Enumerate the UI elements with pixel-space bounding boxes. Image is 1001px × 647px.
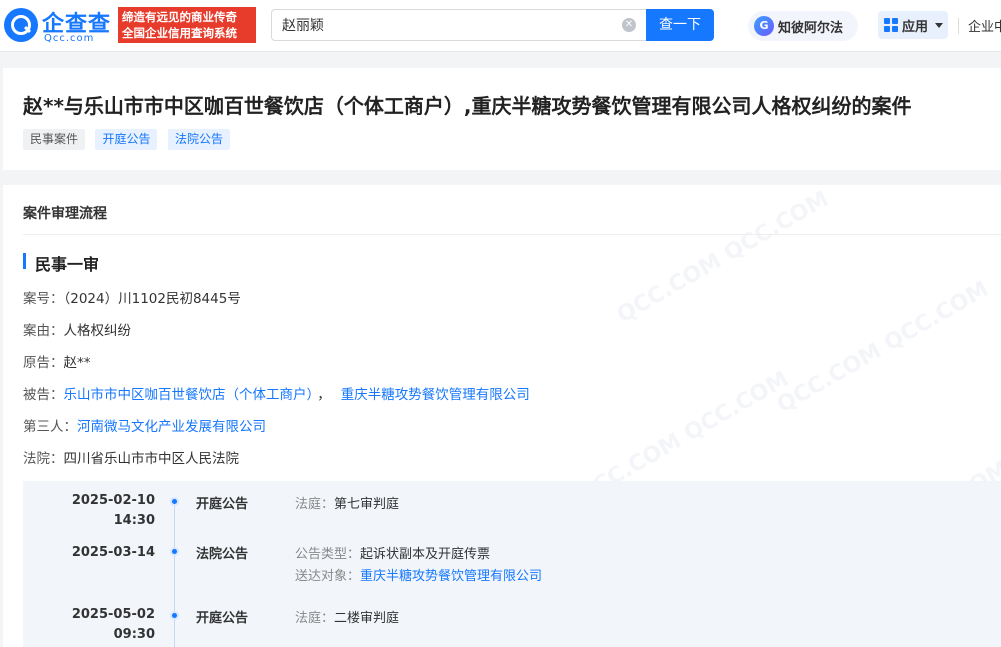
search-input[interactable] — [272, 10, 612, 40]
timeline-type: 开庭公告 — [196, 497, 249, 512]
plaintiff-label: 原告： — [23, 355, 64, 371]
apps-menu-button[interactable]: 应用 — [878, 11, 948, 39]
court-value: 四川省乐山市市中区人民法院 — [63, 451, 240, 467]
case-number: （2024）川1102民初8445号 — [63, 291, 241, 307]
plaintiff-value: 赵** — [63, 355, 91, 371]
timeline-detail: 送达对象：重庆半糖攻势餐饮管理有限公司 — [295, 565, 542, 584]
case-title: 赵**与乐山市市中区咖百世餐饮店（个体工商户）,重庆半糖攻势餐饮管理有限公司人格… — [23, 94, 912, 118]
case-number-label: 案号： — [23, 291, 64, 307]
top-header: 企查查 Qcc.com 缔造有远见的商业传奇 全国企业信用查询系统 ✕ 查一下 … — [0, 0, 1001, 52]
plaintiff-row: 原告：赵** — [23, 351, 91, 371]
timeline-date-time: 14:30 — [113, 513, 155, 528]
chevron-down-icon — [935, 23, 943, 28]
timeline-date: 2025-02-10 14:30 — [43, 491, 155, 531]
detail-value: 二楼审判庭 — [334, 611, 400, 626]
section-title: 案件审理流程 — [23, 206, 107, 222]
timeline-dot — [170, 547, 179, 556]
stage-title: 民事一审 — [35, 255, 100, 274]
cause-row: 案由：人格权纠纷 — [23, 319, 131, 339]
timeline-date: 2025-05-02 09:30 — [43, 605, 155, 645]
watermark: QCC.COM QCC.COM — [612, 186, 834, 329]
ai-assistant-icon: G — [754, 16, 774, 36]
defendant-label: 被告： — [23, 387, 64, 403]
slogan-banner: 缔造有远见的商业传奇 全国企业信用查询系统 — [118, 7, 256, 43]
tag-court-notice[interactable]: 法院公告 — [167, 129, 230, 150]
stage-marker — [23, 253, 26, 269]
detail-value: 起诉状副本及开庭传票 — [360, 547, 491, 562]
enterprise-center-link[interactable]: 企业中 — [968, 16, 1001, 35]
third-party-link[interactable]: 河南微马文化产业发展有限公司 — [77, 419, 266, 435]
qcc-logo[interactable]: 企查查 Qcc.com — [4, 8, 116, 44]
timeline-type: 法院公告 — [196, 547, 249, 562]
defendant-row: 被告：乐山市市中区咖百世餐饮店（个体工商户）， 重庆半糖攻势餐饮管理有限公司 — [23, 383, 530, 403]
search-box: ✕ — [271, 9, 647, 41]
logo-domain: Qcc.com — [44, 33, 95, 44]
slogan-line-1: 缔造有远见的商业传奇 — [122, 10, 237, 24]
timeline-date-day: 2025-05-02 — [71, 607, 155, 622]
cause-label: 案由： — [23, 323, 64, 339]
third-party-row: 第三人：河南微马文化产业发展有限公司 — [23, 415, 266, 435]
case-process-card: QCC.COM QCC.COM QCC.COM QCC.COM QCC.COM … — [3, 185, 1001, 647]
tag-hearing-notice[interactable]: 开庭公告 — [95, 129, 158, 150]
header-divider — [958, 18, 959, 34]
timeline-dot — [170, 497, 179, 506]
cause-value: 人格权纠纷 — [63, 323, 132, 339]
slogan-line-2: 全国企业信用查询系统 — [122, 26, 237, 40]
section-divider — [23, 234, 1001, 235]
defendant-link[interactable]: 重庆半糖攻势餐饮管理有限公司 — [341, 387, 530, 403]
detail-value: 第七审判庭 — [334, 497, 400, 512]
detail-label: 送达对象： — [295, 569, 361, 584]
timeline-date-time: 09:30 — [113, 627, 155, 642]
detail-label: 公告类型： — [295, 547, 361, 562]
watermark: QCC.COM QCC.COM — [772, 276, 994, 419]
zhibi-alpha-button[interactable]: G 知彼阿尔法 — [748, 11, 858, 41]
timeline-detail: 公告类型：起诉状副本及开庭传票 — [295, 543, 490, 562]
apps-label: 应用 — [902, 20, 929, 35]
timeline-date-day: 2025-03-14 — [71, 545, 155, 560]
case-timeline: 2025-02-10 14:30 开庭公告 法庭：第七审判庭 2025-03-1… — [23, 481, 1001, 647]
timeline-detail: 法庭：第七审判庭 — [295, 493, 399, 512]
timeline-dot — [170, 611, 179, 620]
court-label: 法院： — [23, 451, 64, 467]
defendant-separator: ， — [317, 387, 331, 403]
timeline-line — [174, 499, 175, 647]
tag-civil-case: 民事案件 — [23, 129, 86, 150]
grid-icon — [884, 18, 898, 32]
defendant-link[interactable]: 乐山市市中区咖百世餐饮店（个体工商户） — [64, 387, 314, 403]
detail-label: 法庭： — [295, 611, 335, 626]
court-row: 法院：四川省乐山市市中区人民法院 — [23, 447, 239, 467]
case-number-row: 案号：（2024）川1102民初8445号 — [23, 287, 241, 307]
case-title-card: 赵**与乐山市市中区咖百世餐饮店（个体工商户）,重庆半糖攻势餐饮管理有限公司人格… — [3, 68, 1001, 170]
detail-label: 法庭： — [295, 497, 335, 512]
timeline-detail: 法庭：二楼审判庭 — [295, 607, 399, 626]
clear-icon[interactable]: ✕ — [622, 18, 636, 32]
zhibi-alpha-label: 知彼阿尔法 — [778, 21, 844, 36]
served-party-link[interactable]: 重庆半糖攻势餐饮管理有限公司 — [360, 569, 542, 584]
search-button[interactable]: 查一下 — [646, 9, 714, 41]
timeline-type: 开庭公告 — [196, 611, 249, 626]
qcc-logo-icon — [4, 8, 38, 42]
case-tags: 民事案件 开庭公告 法院公告 — [23, 129, 236, 150]
timeline-date-day: 2025-02-10 — [71, 493, 155, 508]
timeline-date: 2025-03-14 — [43, 543, 155, 563]
third-party-label: 第三人： — [23, 419, 77, 435]
